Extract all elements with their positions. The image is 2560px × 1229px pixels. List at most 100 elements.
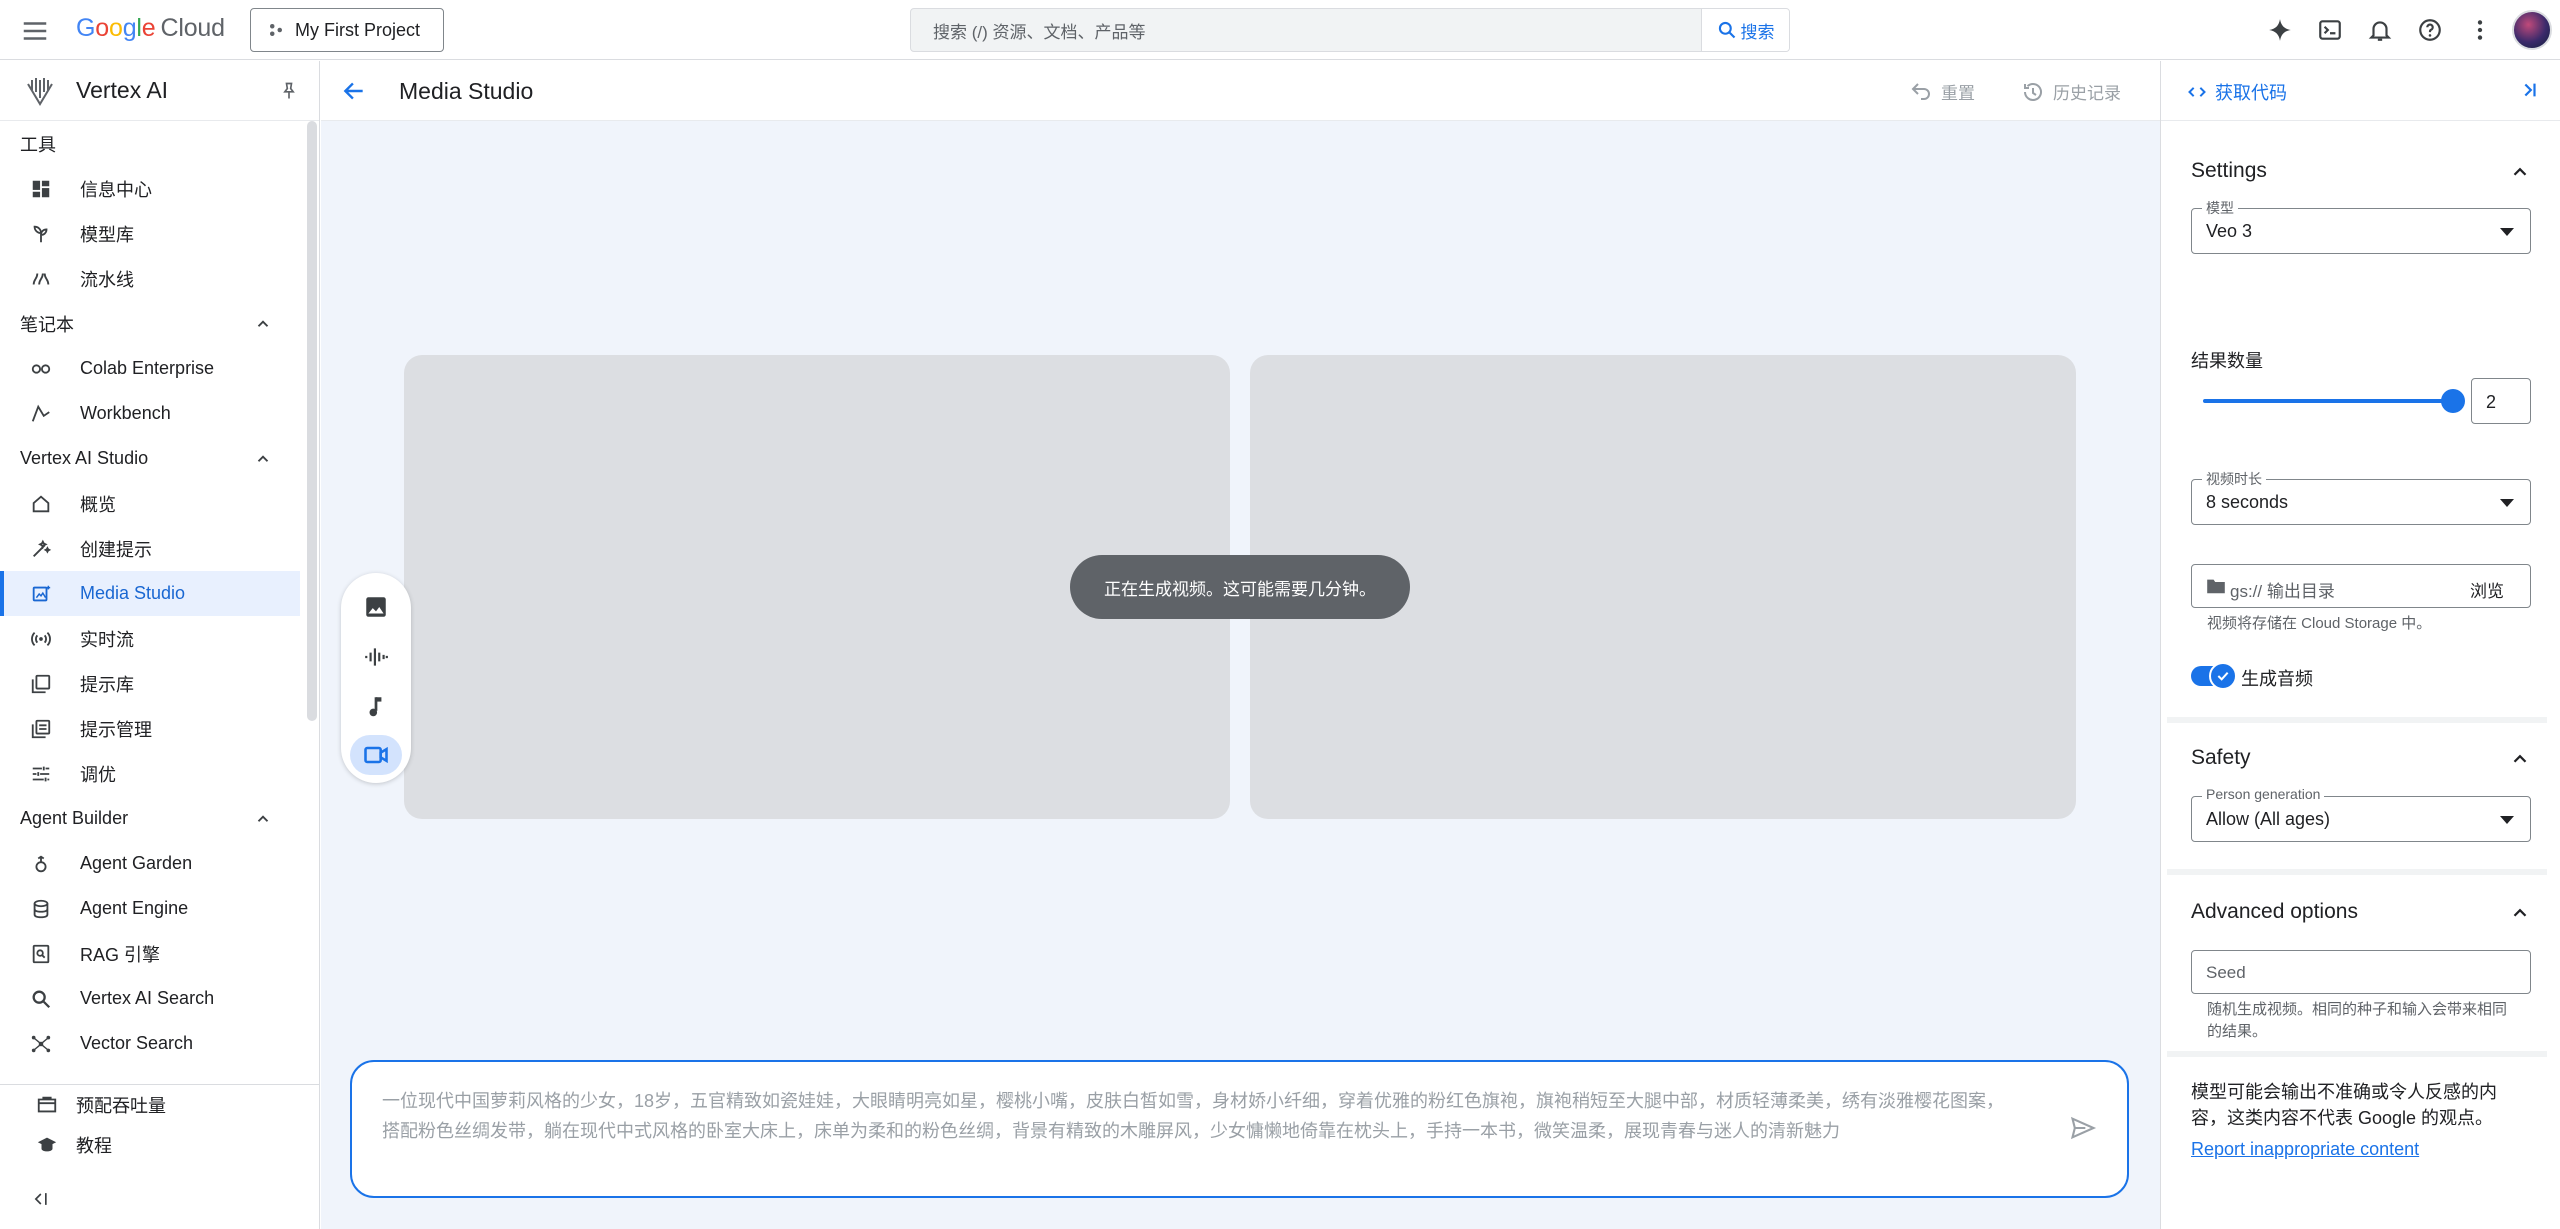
collapse-sidebar-icon[interactable]	[30, 1189, 50, 1209]
model-select[interactable]: 模型 Veo 3	[2191, 198, 2531, 254]
sidebar-item-label: 创建提示	[80, 539, 152, 560]
workbench-icon	[30, 403, 52, 425]
sidebar-header: Vertex AI	[0, 61, 319, 121]
sidebar-item-dashboard[interactable]: 信息中心	[0, 166, 300, 211]
output-directory-field[interactable]: gs:// 输出目录 浏览	[2191, 564, 2531, 608]
colab-icon	[30, 358, 52, 380]
page-title: Media Studio	[399, 78, 534, 104]
prompt-input[interactable]: 一位现代中国萝莉风格的少女，18岁，五官精致如瓷娃娃，大眼睛明亮如星，樱桃小嘴，…	[350, 1060, 2129, 1198]
help-icon[interactable]	[2412, 12, 2448, 48]
sidebar-item-vector-search[interactable]: Vector Search	[0, 1021, 300, 1066]
history-icon	[2024, 82, 2042, 101]
search-input[interactable]: 搜索 (/) 资源、文档、产品等	[911, 9, 1701, 51]
music-icon[interactable]	[350, 687, 402, 727]
media-studio-icon	[30, 583, 52, 605]
project-picker-button[interactable]: My First Project	[250, 8, 444, 52]
sidebar-item-label: RAG 引擎	[80, 944, 161, 965]
duration-select[interactable]: 视频时长 8 seconds	[2191, 469, 2531, 525]
more-vert-icon[interactable]	[2462, 12, 2498, 48]
search-button[interactable]: 搜索	[1701, 9, 1789, 51]
avatar[interactable]	[2512, 10, 2552, 50]
sidebar-item-overview[interactable]: 概览	[0, 481, 300, 526]
sidebar-item-stream[interactable]: 实时流	[0, 616, 300, 661]
image-icon[interactable]	[350, 587, 402, 627]
chevron-up-icon[interactable]	[2509, 902, 2531, 924]
dropdown-arrow-icon	[2500, 228, 2514, 236]
sidebar-item-rag-engine[interactable]: RAG 引擎	[0, 931, 300, 976]
result-count-input[interactable]: 2	[2471, 378, 2531, 424]
sidebar-item-label: 调优	[80, 764, 116, 785]
settings-section-title: Settings	[2191, 159, 2267, 182]
reset-button[interactable]: 重置	[1909, 79, 1975, 104]
top-actions	[2262, 10, 2552, 50]
send-icon[interactable]	[2069, 1114, 2097, 1142]
result-count-slider-track[interactable]	[2203, 399, 2451, 403]
speech-icon[interactable]	[350, 637, 402, 677]
output-directory-placeholder: gs:// 输出目录	[2230, 582, 2335, 601]
video-icon[interactable]	[350, 735, 402, 775]
browse-button[interactable]: 浏览	[2470, 577, 2504, 602]
home-icon	[30, 493, 52, 515]
sidebar-item-tuning[interactable]: 调优	[0, 751, 300, 796]
left-sidebar: Vertex AI 工具 信息中心 模型库 流水线 笔记本 Colab Ente…	[0, 61, 320, 1229]
sidebar-item-tutorials[interactable]: 教程	[0, 1125, 300, 1165]
chevron-up-icon[interactable]	[2509, 161, 2531, 183]
sidebar-item-label: Agent Engine	[80, 898, 189, 918]
pin-icon[interactable]	[279, 81, 299, 101]
advanced-options-section-title: Advanced options	[2191, 900, 2358, 923]
dropdown-arrow-icon	[2500, 816, 2514, 824]
sidebar-item-prompt-management[interactable]: 提示管理	[0, 706, 300, 751]
sidebar-item-label: 预配吞吐量	[76, 1096, 166, 1116]
report-content-link[interactable]: Report inappropriate content	[2191, 1139, 2419, 1160]
sidebar-item-label: 概览	[80, 494, 116, 515]
back-arrow-icon[interactable]	[341, 78, 367, 104]
section-divider	[2167, 717, 2547, 723]
section-label: Agent Builder	[20, 808, 129, 828]
generate-audio-label: 生成音频	[2241, 669, 2313, 689]
sidebar-item-provisioned-throughput[interactable]: 预配吞吐量	[0, 1085, 300, 1125]
sidebar-section-notebooks[interactable]: 笔记本	[0, 301, 320, 346]
prompt-text: 一位现代中国萝莉风格的少女，18岁，五官精致如瓷娃娃，大眼睛明亮如星，樱桃小嘴，…	[382, 1091, 2005, 1141]
folder-icon	[2206, 578, 2226, 594]
result-count-slider-thumb[interactable]	[2441, 389, 2465, 413]
sidebar-item-media-studio[interactable]: Media Studio	[0, 571, 300, 616]
sidebar-scrollbar[interactable]	[307, 121, 317, 721]
main-menu-icon[interactable]	[20, 16, 50, 46]
dashboard-icon	[30, 178, 52, 200]
sidebar-section-agent-builder[interactable]: Agent Builder	[0, 796, 320, 841]
sidebar-item-vertex-ai-search[interactable]: Vertex AI Search	[0, 976, 300, 1021]
sidebar-item-workbench[interactable]: Workbench	[0, 391, 300, 436]
reset-label: 重置	[1941, 84, 1975, 103]
project-icon	[267, 21, 285, 39]
code-icon	[2188, 87, 2206, 97]
history-button[interactable]: 历史记录	[2021, 79, 2121, 104]
settings-panel-header: 获取代码	[2161, 61, 2560, 121]
sidebar-item-pipelines[interactable]: 流水线	[0, 256, 300, 301]
model-garden-icon	[30, 223, 52, 245]
generate-audio-toggle[interactable]	[2191, 662, 2237, 690]
generating-toast: 正在生成视频。这可能需要几分钟。	[1070, 555, 1410, 619]
notifications-icon[interactable]	[2362, 12, 2398, 48]
section-label: 笔记本	[20, 314, 74, 335]
get-code-label: 获取代码	[2215, 83, 2287, 103]
stream-icon	[30, 628, 52, 650]
sidebar-item-colab-enterprise[interactable]: Colab Enterprise	[0, 346, 300, 391]
sidebar-section-vertex-ai-studio[interactable]: Vertex AI Studio	[0, 436, 320, 481]
gemini-sparkle-icon[interactable]	[2262, 12, 2298, 48]
sidebar-item-model-garden[interactable]: 模型库	[0, 211, 300, 256]
section-label: Vertex AI Studio	[20, 448, 149, 468]
get-code-button[interactable]: 获取代码	[2187, 79, 2287, 105]
sidebar-item-create-prompt[interactable]: 创建提示	[0, 526, 300, 571]
person-generation-select[interactable]: Person generation Allow (All ages)	[2191, 786, 2531, 842]
google-cloud-logo[interactable]: Google Cloud	[76, 14, 225, 43]
sidebar-item-agent-engine[interactable]: Agent Engine	[0, 886, 300, 931]
chevron-up-icon[interactable]	[2509, 748, 2531, 770]
sidebar-item-agent-garden[interactable]: Agent Garden	[0, 841, 300, 886]
sidebar-item-label: 信息中心	[80, 179, 152, 200]
sidebar-item-prompt-gallery[interactable]: 提示库	[0, 661, 300, 706]
collapse-panel-icon[interactable]	[2518, 79, 2540, 101]
seed-input[interactable]: Seed	[2191, 950, 2531, 994]
sidebar-item-label: 教程	[76, 1136, 112, 1156]
cloud-shell-icon[interactable]	[2312, 12, 2348, 48]
seed-placeholder: Seed	[2206, 963, 2246, 982]
